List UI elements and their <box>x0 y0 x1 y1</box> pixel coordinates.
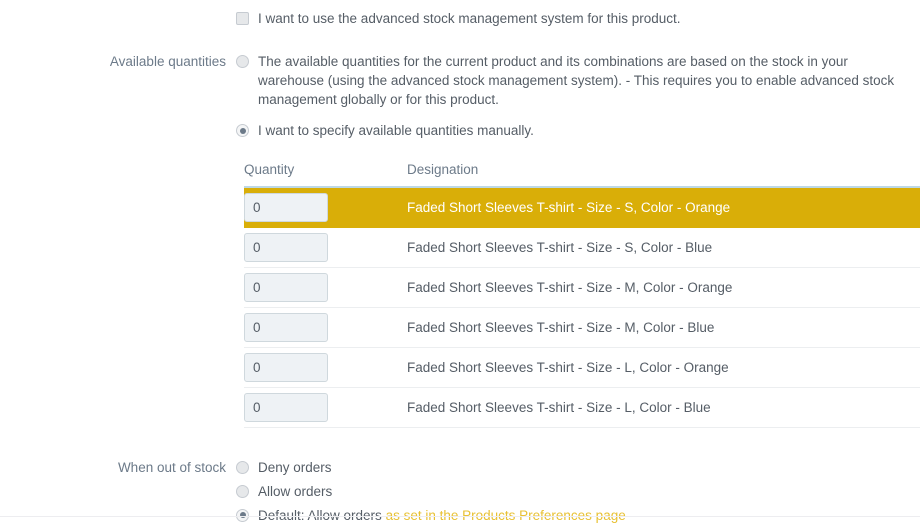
quantity-input[interactable] <box>244 232 328 262</box>
quantity-input[interactable] <box>244 392 328 422</box>
column-header-designation: Designation <box>407 162 920 188</box>
combinations-table-body: Faded Short Sleeves T-shirt - Size - S, … <box>244 187 920 428</box>
available-quantities-manual-control: I want to specify available quantities m… <box>236 121 920 140</box>
radio-icon-deny-orders[interactable] <box>236 460 249 474</box>
quantity-input[interactable] <box>244 272 328 302</box>
advanced-stock-control: I want to use the advanced stock managem… <box>236 9 920 28</box>
out-of-stock-deny-control: Deny orders <box>236 458 920 477</box>
quantity-cell <box>244 387 407 428</box>
out-of-stock-deny-option[interactable]: Deny orders <box>236 458 920 477</box>
radio-icon-warehouse[interactable] <box>236 55 249 68</box>
table-row[interactable]: Faded Short Sleeves T-shirt - Size - L, … <box>244 347 920 388</box>
out-of-stock-deny-label: Deny orders <box>258 459 332 475</box>
quantity-cell <box>244 307 407 348</box>
advanced-stock-row: I want to use the advanced stock managem… <box>0 9 920 28</box>
out-of-stock-allow-row: Allow orders <box>0 482 920 501</box>
quantity-input[interactable] <box>244 312 328 342</box>
advanced-stock-option-label: I want to use the advanced stock managem… <box>258 11 681 26</box>
quantity-cell <box>244 187 407 228</box>
table-row[interactable]: Faded Short Sleeves T-shirt - Size - M, … <box>244 267 920 308</box>
combinations-table: Quantity Designation Faded Short Sleeves… <box>244 162 920 428</box>
available-quantities-manual-row: I want to specify available quantities m… <box>0 121 920 140</box>
combinations-table-head: Quantity Designation <box>244 162 920 188</box>
available-quantities-manual-option[interactable]: I want to specify available quantities m… <box>236 121 920 140</box>
available-quantities-control: The available quantities for the current… <box>236 52 920 109</box>
radio-icon-manual[interactable] <box>236 124 249 137</box>
designation-cell: Faded Short Sleeves T-shirt - Size - S, … <box>407 227 920 268</box>
checkbox-icon[interactable] <box>236 12 249 25</box>
out-of-stock-allow-label: Allow orders <box>258 483 333 499</box>
quantity-input[interactable] <box>244 192 328 222</box>
combinations-table-wrapper: Quantity Designation Faded Short Sleeves… <box>0 162 920 428</box>
available-quantities-manual-label: I want to specify available quantities m… <box>258 123 534 138</box>
table-row[interactable]: Faded Short Sleeves T-shirt - Size - S, … <box>244 227 920 268</box>
out-of-stock-deny-row: When out of stock Deny orders <box>0 458 920 477</box>
quantity-cell <box>244 227 407 268</box>
table-row[interactable]: Faded Short Sleeves T-shirt - Size - L, … <box>244 387 920 428</box>
bottom-divider <box>0 515 920 517</box>
designation-cell: Faded Short Sleeves T-shirt - Size - M, … <box>407 267 920 308</box>
quantity-cell <box>244 267 407 308</box>
stock-settings-form: I want to use the advanced stock managem… <box>0 0 920 525</box>
available-quantities-warehouse-label: The available quantities for the current… <box>258 54 895 107</box>
quantity-cell <box>244 347 407 388</box>
out-of-stock-allow-control: Allow orders <box>236 482 920 501</box>
designation-cell: Faded Short Sleeves T-shirt - Size - L, … <box>407 347 920 388</box>
table-header-row: Quantity Designation <box>244 162 920 188</box>
out-of-stock-block: When out of stock Deny orders Allow orde… <box>0 458 920 525</box>
table-row[interactable]: Faded Short Sleeves T-shirt - Size - M, … <box>244 307 920 348</box>
quantity-input[interactable] <box>244 352 328 382</box>
designation-cell: Faded Short Sleeves T-shirt - Size - L, … <box>407 387 920 428</box>
available-quantities-warehouse-option[interactable]: The available quantities for the current… <box>236 52 920 109</box>
available-quantities-label: Available quantities <box>109 54 226 69</box>
advanced-stock-option[interactable]: I want to use the advanced stock managem… <box>236 9 920 28</box>
available-quantities-row: Available quantities The available quant… <box>0 52 920 109</box>
designation-cell: Faded Short Sleeves T-shirt - Size - M, … <box>407 307 920 348</box>
table-row[interactable]: Faded Short Sleeves T-shirt - Size - S, … <box>244 187 920 228</box>
designation-cell: Faded Short Sleeves T-shirt - Size - S, … <box>407 187 920 228</box>
radio-icon-allow-orders[interactable] <box>236 484 249 498</box>
out-of-stock-allow-option[interactable]: Allow orders <box>236 482 920 501</box>
column-header-quantity: Quantity <box>244 162 407 188</box>
out-of-stock-label: When out of stock <box>117 459 226 475</box>
